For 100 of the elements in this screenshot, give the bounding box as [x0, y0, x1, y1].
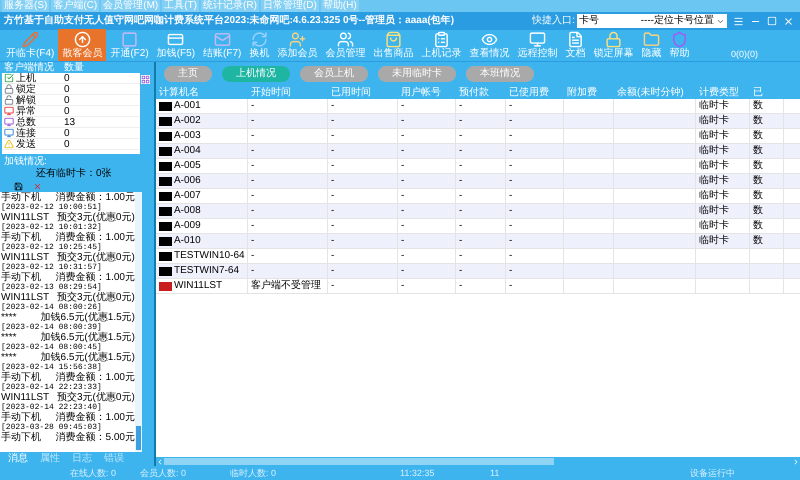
menu-item[interactable]: 帮助(H) [320, 0, 359, 12]
toolbar-button[interactable]: 锁定屏幕 [589, 29, 638, 61]
view-tab[interactable]: 会员上机 [300, 66, 368, 82]
table-cell: 临时卡 [699, 160, 729, 172]
toolbar-button[interactable]: 开临卡(F4) [2, 29, 58, 61]
maximize-icon[interactable] [767, 16, 777, 26]
table-cell: - [251, 145, 254, 157]
toolbar-button[interactable]: 远程控制 [513, 29, 562, 61]
menu-item[interactable]: 日常管理(D) [260, 0, 319, 12]
scroll-right-icon[interactable] [792, 458, 800, 466]
toolbar-button[interactable]: 加钱(F5) [152, 29, 200, 61]
table-cell: 临时卡 [699, 235, 729, 247]
status-count: 0 [64, 84, 70, 94]
table-cell: - [251, 265, 254, 277]
log-time: [2023-02-14 08:00:45] [1, 343, 102, 352]
toolbar-button[interactable]: 文档 [561, 29, 590, 61]
log-source: WIN11LST [1, 292, 50, 303]
log-tab[interactable]: 错误 [104, 453, 124, 465]
table-cell: A-008 [174, 205, 201, 217]
view-tab[interactable]: 上机情况 [222, 66, 290, 82]
table-cell: TESTWIN10-64 [174, 250, 245, 262]
card-number-value: 卡号 [579, 15, 599, 27]
log-message: 加钱6.5元(优惠1.5元) [40, 332, 135, 343]
log-message: 消费金额：1.00元 [56, 372, 135, 383]
table-cell: 临时卡 [699, 100, 729, 112]
table-cell: 数 [753, 175, 763, 187]
status-count: 0 [64, 138, 70, 150]
table-cell: - [509, 100, 512, 112]
table-cell: - [251, 220, 254, 232]
view-tab[interactable]: 本班情况 [466, 66, 534, 82]
vertical-scrollbar[interactable] [135, 192, 142, 452]
toolbar-button[interactable]: 帮助 [665, 29, 694, 61]
monitor-icon [4, 128, 14, 138]
table-cell: 临时卡 [699, 115, 729, 127]
close-icon[interactable] [33, 182, 42, 190]
shield-icon [670, 31, 688, 48]
quick-entry-combo[interactable]: 卡号 ----定位卡号位置 [577, 14, 727, 28]
toolbar-button[interactable]: 查看情况 [465, 29, 514, 61]
column-header: 预付款 [458, 86, 490, 99]
table-cell: - [331, 250, 334, 262]
scrollbar-thumb[interactable] [136, 426, 141, 450]
table-cell: - [459, 250, 462, 262]
status-text: 在线人数: 0 [70, 467, 118, 479]
toolbar-button[interactable]: 结账(F7) [199, 29, 246, 61]
table-cell: 数 [753, 100, 763, 112]
column-header: 开始时间 [250, 86, 292, 99]
menu-icon[interactable] [733, 16, 744, 26]
toolbar-button[interactable]: 隐藏 [637, 29, 666, 61]
table-cell: - [401, 175, 404, 187]
table-cell: 临时卡 [699, 145, 729, 157]
close-icon[interactable] [783, 16, 794, 26]
toolbar-button[interactable]: 开通(F2) [106, 29, 153, 61]
scroll-left-icon[interactable] [156, 458, 164, 466]
log-tab[interactable]: 日志 [72, 453, 92, 465]
menu-item[interactable]: 服务器(S) [2, 0, 50, 12]
toolbar-button[interactable]: 添加会员 [273, 29, 322, 61]
column-header: 已 [752, 86, 764, 99]
grid-icon[interactable] [141, 75, 150, 84]
menu-item[interactable]: 会员管理(M) [101, 0, 160, 12]
log-source: 手动下机 [1, 232, 42, 243]
table-cell: - [401, 145, 404, 157]
square-icon [121, 31, 138, 48]
scrollbar-thumb[interactable] [164, 458, 554, 465]
check-icon [4, 73, 14, 83]
table-cell: - [331, 100, 334, 112]
horizontal-scrollbar[interactable] [156, 457, 800, 466]
table-cell: 临时卡 [699, 190, 729, 202]
table-cell: - [509, 160, 512, 172]
computer-icon [159, 252, 172, 260]
toolbar-button[interactable]: 会员管理 [321, 29, 370, 61]
toolbar-button[interactable]: 散客会员 [58, 29, 106, 61]
envelope-icon [214, 31, 231, 48]
table-cell: - [459, 160, 462, 172]
toolbar-button[interactable]: 换机 [245, 29, 274, 61]
status-text: 临时人数: 0 [230, 467, 278, 479]
save-icon[interactable] [14, 182, 23, 190]
log-time: [2023-02-12 10:00:51] [1, 203, 103, 212]
log-tab[interactable]: 消息 [8, 453, 28, 465]
menu-item[interactable]: 工具(T) [162, 0, 200, 12]
table-cell: - [331, 190, 334, 202]
toolbar-button[interactable]: 上机记录 [417, 29, 466, 61]
table-cell: - [331, 280, 334, 292]
table-cell: - [401, 205, 404, 217]
status-count: 0 [64, 128, 70, 138]
log-message: 加钱6.5元(优惠1.5元) [40, 312, 135, 323]
log-tab[interactable]: 属性 [40, 453, 60, 465]
computer-icon [159, 116, 172, 126]
status-count: 0 [64, 72, 70, 84]
table-cell: - [401, 280, 404, 292]
column-header: 计算机名 [158, 86, 200, 99]
status-label: 上机 [15, 72, 37, 84]
view-tab[interactable]: 主页 [164, 66, 212, 82]
table-cell: A-004 [174, 145, 201, 157]
log-source: WIN11LST [1, 212, 50, 223]
table-cell: - [509, 130, 512, 142]
view-tab[interactable]: 未用临时卡 [378, 66, 456, 82]
status-count: 0 [64, 94, 70, 106]
status-label: 连接 [15, 128, 37, 138]
table-cell: - [331, 130, 334, 142]
toolbar-button[interactable]: 出售商品 [369, 29, 418, 61]
